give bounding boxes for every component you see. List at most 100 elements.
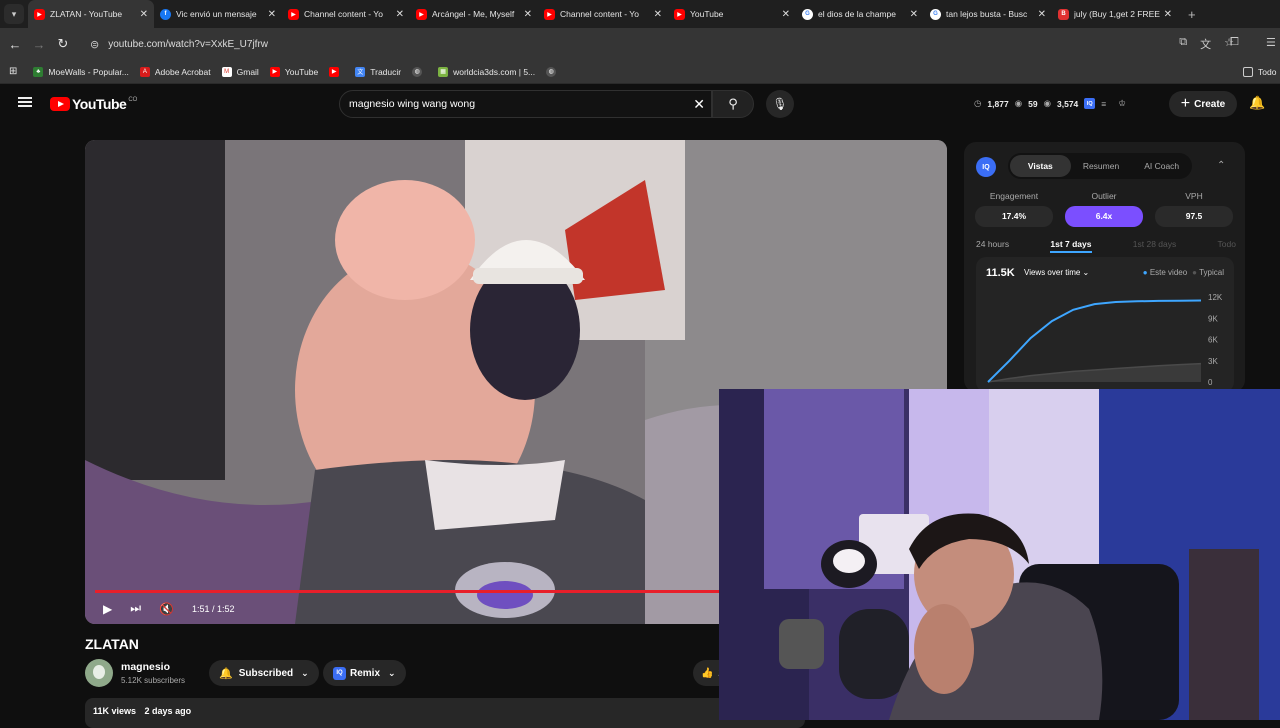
period-24h[interactable]: 24 hours: [976, 239, 1009, 253]
site-info-icon[interactable]: ⊜: [90, 38, 99, 51]
tab-channel-content-1[interactable]: ▶ Channel content - Yo ✕: [282, 0, 410, 28]
bell-icon: 🔔: [219, 667, 233, 680]
youtube-icon: ▶: [329, 66, 340, 77]
subscribed-button[interactable]: 🔔 Subscribed ⌄: [209, 660, 319, 686]
clear-search-icon[interactable]: ✕: [693, 96, 705, 113]
metric-outlier: 6.4x: [1065, 206, 1143, 227]
tab-tan-lejos[interactable]: G tan lejos busta - Busc ✕: [924, 0, 1052, 28]
list-icon[interactable]: ≡: [1101, 99, 1106, 109]
back-icon[interactable]: ←: [3, 37, 27, 52]
metric-vph: 97.5: [1155, 206, 1233, 227]
adobe-icon: A: [139, 66, 150, 77]
channel-avatar[interactable]: [85, 659, 113, 687]
bookmark-moewalls[interactable]: ♣ MoeWalls - Popular...: [33, 66, 129, 77]
url-field[interactable]: ⊜ youtube.com/watch?v=XxkE_U7jfrw: [82, 31, 1222, 57]
tab-youtube[interactable]: ▶ YouTube ✕: [668, 0, 796, 28]
tab-title: Arcángel - Me, Myself: [432, 9, 515, 19]
youtube-icon: ▶: [674, 8, 685, 20]
close-tab-icon[interactable]: ✕: [268, 9, 276, 20]
close-tab-icon[interactable]: ✕: [782, 9, 790, 20]
bookmark-youtube[interactable]: ▶ YouTube: [269, 66, 318, 77]
period-all[interactable]: Todo: [1218, 239, 1236, 253]
install-app-icon[interactable]: ⧉: [1179, 36, 1187, 52]
thumbs-up-icon[interactable]: 👍: [701, 668, 713, 679]
metric-label: Outlier: [1091, 191, 1117, 201]
apps-grid-icon[interactable]: ⊞: [9, 66, 17, 77]
stat-value: 1,877: [987, 98, 1009, 109]
close-tab-icon[interactable]: ✕: [1164, 9, 1172, 20]
omnibox-actions: ⧉ 文 ☆: [1179, 36, 1234, 52]
clock-icon: ◷: [974, 98, 982, 108]
bookmark-globe[interactable]: ◍: [412, 66, 427, 77]
chevron-up-icon[interactable]: ⌃: [1217, 160, 1225, 171]
remix-button[interactable]: IQ Remix ⌄: [323, 660, 406, 686]
webcam-overlay: [719, 389, 1280, 720]
close-tab-icon[interactable]: ✕: [654, 9, 662, 20]
bookmark-label: worldcia3ds.com | 5...: [453, 66, 536, 77]
panel-tabs: Vistas Resumen AI Coach: [1008, 153, 1192, 179]
iq-icon[interactable]: IQ: [1084, 98, 1096, 109]
youtube-play-icon: [50, 97, 70, 111]
next-icon[interactable]: ⏭: [130, 601, 141, 616]
new-tab-icon[interactable]: +: [1188, 7, 1196, 22]
beatstars-icon: B: [1058, 8, 1069, 20]
search-input[interactable]: magnesio wing wang wong ✕: [339, 90, 712, 118]
youtube-logo[interactable]: YouTube CO: [50, 96, 137, 112]
description-box[interactable]: 11K views 2 days ago: [85, 698, 805, 728]
tab-facebook[interactable]: f Vic envió un mensaje ✕: [154, 0, 282, 28]
close-tab-icon[interactable]: ✕: [396, 9, 404, 20]
period-28days[interactable]: 1st 28 days: [1133, 239, 1176, 253]
tab-vistas[interactable]: Vistas: [1010, 155, 1071, 177]
translate-icon[interactable]: 文: [1200, 36, 1211, 52]
create-button[interactable]: + Create: [1169, 91, 1237, 117]
trophy-icon[interactable]: ♔: [1118, 98, 1126, 109]
bookmark-youtube-2[interactable]: ▶: [329, 66, 344, 77]
search-button[interactable]: ⚲: [712, 90, 754, 118]
period-7days[interactable]: 1st 7 days: [1050, 239, 1092, 253]
close-tab-icon[interactable]: ✕: [140, 9, 148, 20]
logo-text: YouTube: [72, 96, 127, 112]
youtube-icon: ▶: [544, 8, 555, 20]
tab-july[interactable]: B july (Buy 1,get 2 FREE ✕: [1052, 0, 1178, 28]
bookmarks-bar: ⊞ ♣ MoeWalls - Popular... A Adobe Acrobat …: [0, 60, 1280, 84]
series-typical-area: [988, 363, 1201, 382]
bookmark-worldcia[interactable]: ▦ worldcia3ds.com | 5...: [438, 66, 536, 77]
voice-search-button[interactable]: 🎙: [766, 90, 794, 118]
bookmark-adobe[interactable]: A Adobe Acrobat: [139, 66, 211, 77]
tab-arcangel[interactable]: ▶ Arcángel - Me, Myself ✕: [410, 0, 538, 28]
tab-zlatan[interactable]: ▶ ZLATAN - YouTube ✕: [28, 0, 154, 28]
tab-search-button[interactable]: ▾: [4, 4, 24, 24]
views-chart-card: 11.5K Views over time ⌄ Este video Typic…: [976, 257, 1234, 392]
bookmark-folder-all[interactable]: Todo: [1243, 66, 1276, 77]
close-tab-icon[interactable]: ✕: [1038, 9, 1046, 20]
tab-resumen[interactable]: Resumen: [1071, 161, 1132, 171]
video-title: ZLATAN: [85, 636, 139, 652]
chevron-down-icon: ⌄: [388, 667, 396, 678]
tab-ai-coach[interactable]: AI Coach: [1131, 161, 1192, 171]
guide-menu-icon[interactable]: [18, 97, 32, 107]
extensions-icon[interactable]: ⧠: [1230, 36, 1239, 49]
iq-icon: IQ: [333, 666, 346, 680]
bookmark-label: Adobe Acrobat: [154, 66, 211, 77]
channel-name[interactable]: magnesio: [121, 661, 170, 673]
bookmark-gmail[interactable]: M Gmail: [221, 66, 259, 77]
gmail-icon: M: [221, 66, 232, 77]
menu-icon[interactable]: ☰: [1266, 36, 1276, 49]
chart-mode-dropdown[interactable]: Views over time ⌄: [1024, 268, 1089, 277]
reload-icon[interactable]: ↻: [51, 36, 75, 52]
video-owner-row: magnesio 5.12K subscribers 🔔 Subscribed …: [85, 658, 805, 688]
tab-el-dios[interactable]: G el dios de la champe ✕: [796, 0, 924, 28]
bookmark-traducir[interactable]: 文 Traducir: [355, 66, 401, 77]
forward-icon[interactable]: →: [27, 37, 51, 52]
bookmark-globe-2[interactable]: ◍: [546, 66, 561, 77]
metric-label: Engagement: [989, 191, 1039, 201]
close-tab-icon[interactable]: ✕: [910, 9, 918, 20]
folder-icon: [1243, 66, 1253, 77]
tab-channel-content-2[interactable]: ▶ Channel content - Yo ✕: [538, 0, 668, 28]
play-icon[interactable]: ▶: [103, 602, 112, 616]
mute-icon[interactable]: 🔇: [159, 602, 174, 616]
notifications-bell-icon[interactable]: 🔔: [1249, 95, 1265, 111]
google-icon: G: [802, 8, 813, 20]
tab-title: YouTube: [690, 9, 724, 19]
close-tab-icon[interactable]: ✕: [524, 9, 532, 20]
